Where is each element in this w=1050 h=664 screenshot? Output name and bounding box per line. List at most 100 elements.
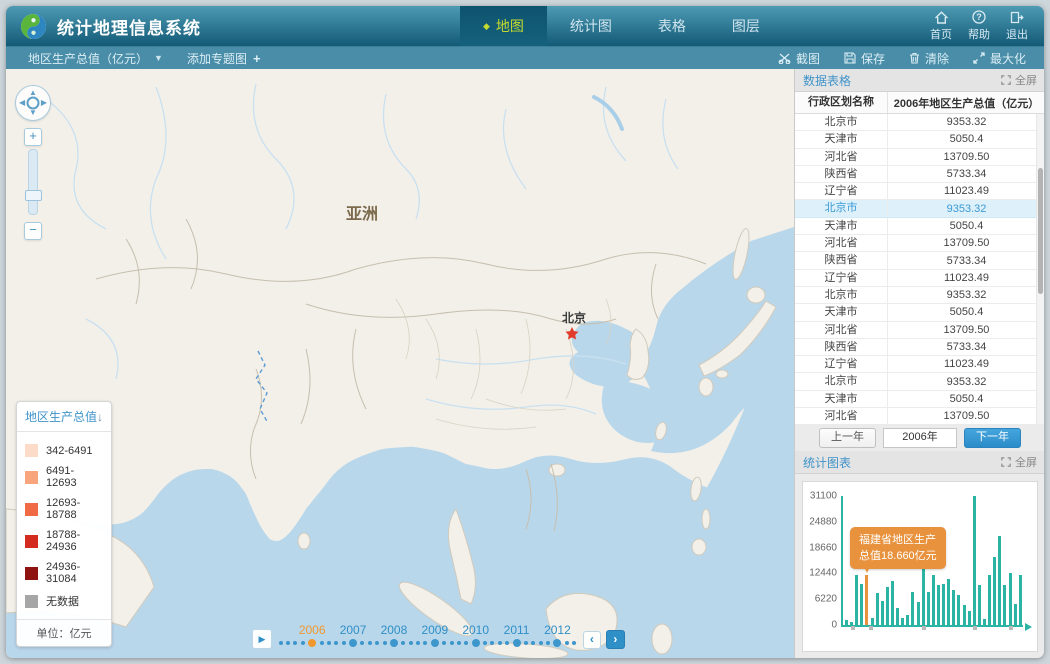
pan-left-icon[interactable]: ◀: [19, 99, 25, 107]
table-row[interactable]: 北京市9353.32: [795, 373, 1044, 390]
table-scrollbar[interactable]: [1036, 114, 1044, 424]
chart-bar[interactable]: [845, 620, 848, 625]
map-basemap[interactable]: 亚洲 北京: [6, 69, 794, 658]
timeline-year-2007[interactable]: 2007: [349, 639, 357, 647]
chevron-down-icon: ▼: [154, 53, 163, 63]
timeline-next-button[interactable]: ›: [606, 630, 625, 649]
table-row[interactable]: 辽宁省11023.49: [795, 356, 1044, 373]
chart-bar[interactable]: [1003, 585, 1006, 625]
clear-button[interactable]: 清除: [897, 50, 961, 67]
y-axis-tick-label: 24880: [809, 516, 837, 527]
chart-bar[interactable]: [957, 595, 960, 625]
chart-bar[interactable]: [860, 584, 863, 625]
chart-bar[interactable]: [947, 579, 950, 625]
table-row[interactable]: 河北省13709.50: [795, 408, 1044, 424]
chart-bar[interactable]: [998, 536, 1001, 625]
table-row[interactable]: 河北省13709.50: [795, 149, 1044, 166]
screenshot-button[interactable]: 截图: [766, 50, 832, 67]
timeline-year-2006[interactable]: 2006: [308, 639, 316, 647]
save-button[interactable]: 保存: [832, 50, 897, 67]
table-row[interactable]: 天津市5050.4: [795, 391, 1044, 408]
next-year-button[interactable]: 下一年: [964, 428, 1021, 448]
table-row[interactable]: 辽宁省11023.49: [795, 270, 1044, 287]
chart-bar[interactable]: [886, 587, 889, 625]
timeline-tick-dot: [293, 641, 297, 645]
chart-bar[interactable]: [927, 592, 930, 625]
timeline-prev-button[interactable]: ‹: [583, 631, 601, 649]
chart-bar[interactable]: [1014, 604, 1017, 625]
prev-year-button[interactable]: 上一年: [819, 428, 876, 448]
indicator-dropdown[interactable]: 地区生产总值（亿元） ▼: [16, 50, 175, 67]
table-row[interactable]: 陕西省5733.34: [795, 166, 1044, 183]
add-theme-button[interactable]: 添加专题图 +: [175, 50, 273, 67]
zoom-slider-thumb[interactable]: [25, 190, 42, 201]
zoom-slider[interactable]: [28, 149, 38, 215]
chart-bar[interactable]: [896, 608, 899, 625]
help-button[interactable]: ?帮助: [968, 10, 990, 42]
logout-button[interactable]: 退出: [1006, 11, 1028, 42]
chart-bar[interactable]: [952, 590, 955, 625]
timeline-play-button[interactable]: ▶: [252, 629, 272, 649]
tab-table[interactable]: 表格: [635, 6, 709, 46]
chart-bar[interactable]: [917, 602, 920, 625]
chart-bar[interactable]: [973, 496, 976, 625]
table-fullscreen-button[interactable]: 全屏: [1001, 72, 1037, 88]
zoom-in-button[interactable]: +: [24, 128, 42, 146]
fullscreen-icon: [1001, 457, 1011, 467]
table-row[interactable]: 天津市5050.4: [795, 304, 1044, 321]
chart-bar[interactable]: [850, 622, 853, 625]
chart-fullscreen-button[interactable]: 全屏: [1001, 454, 1037, 470]
chart-bar[interactable]: [876, 593, 879, 625]
pan-down-icon[interactable]: ▼: [29, 109, 37, 117]
chart-bar[interactable]: [988, 575, 991, 625]
tab-map[interactable]: ◆地图: [460, 6, 547, 46]
table-row[interactable]: 陕西省5733.34: [795, 252, 1044, 269]
table-row[interactable]: 陕西省5733.34: [795, 339, 1044, 356]
chart-bar[interactable]: [855, 575, 858, 625]
map[interactable]: 亚洲 北京 ▲ ▼ ◀ ▶ + −: [6, 69, 794, 658]
table-row[interactable]: 辽宁省11023.49: [795, 183, 1044, 200]
chart-bar[interactable]: [942, 584, 945, 625]
pan-center-icon[interactable]: [27, 97, 40, 110]
collapse-arrow-icon[interactable]: ↓: [97, 410, 103, 424]
chart-bar[interactable]: [983, 619, 986, 625]
chart-bar[interactable]: [906, 615, 909, 625]
zoom-out-button[interactable]: −: [24, 222, 42, 240]
chart-bar[interactable]: [1009, 573, 1012, 625]
tab-layers[interactable]: 图层: [709, 6, 783, 46]
chart-bar[interactable]: [993, 557, 996, 625]
table-row[interactable]: 北京市9353.32: [795, 200, 1044, 217]
region-name-cell: 辽宁省: [795, 356, 888, 372]
x-axis-tick-mark: [1009, 626, 1013, 630]
table-row[interactable]: 河北省13709.50: [795, 322, 1044, 339]
pan-right-icon[interactable]: ▶: [41, 99, 47, 107]
chart-bar[interactable]: [932, 575, 935, 625]
table-row[interactable]: 北京市9353.32: [795, 114, 1044, 131]
map-pan-control[interactable]: ▲ ▼ ◀ ▶: [15, 85, 51, 121]
table-row[interactable]: 北京市9353.32: [795, 287, 1044, 304]
chart-bar[interactable]: [963, 605, 966, 625]
timeline-year-2011[interactable]: 2011: [513, 639, 521, 647]
chart-bar[interactable]: [968, 611, 971, 625]
table-row[interactable]: 天津市5050.4: [795, 131, 1044, 148]
chart-bar[interactable]: [871, 618, 874, 625]
current-year-box[interactable]: 2006年: [883, 428, 957, 448]
timeline-year-2008[interactable]: 2008: [390, 639, 398, 647]
timeline-year-2010[interactable]: 2010: [472, 639, 480, 647]
tab-charts[interactable]: 统计图: [547, 6, 635, 46]
chart-bar[interactable]: [978, 585, 981, 625]
chart-bar-highlighted[interactable]: [865, 575, 868, 625]
chart-bar[interactable]: [911, 592, 914, 625]
maximize-button[interactable]: 最大化: [961, 50, 1038, 67]
table-row[interactable]: 天津市5050.4: [795, 218, 1044, 235]
chart-bar[interactable]: [881, 601, 884, 625]
chart-bar[interactable]: [937, 585, 940, 625]
table-row[interactable]: 河北省13709.50: [795, 235, 1044, 252]
chart-bar[interactable]: [901, 618, 904, 625]
table-scrollbar-thumb[interactable]: [1038, 168, 1043, 294]
home-button[interactable]: 首页: [930, 11, 952, 42]
chart-bar[interactable]: [891, 581, 894, 625]
chart-bar[interactable]: [1019, 575, 1022, 625]
timeline-year-2009[interactable]: 2009: [431, 639, 439, 647]
timeline-year-2012[interactable]: 2012: [553, 639, 561, 647]
